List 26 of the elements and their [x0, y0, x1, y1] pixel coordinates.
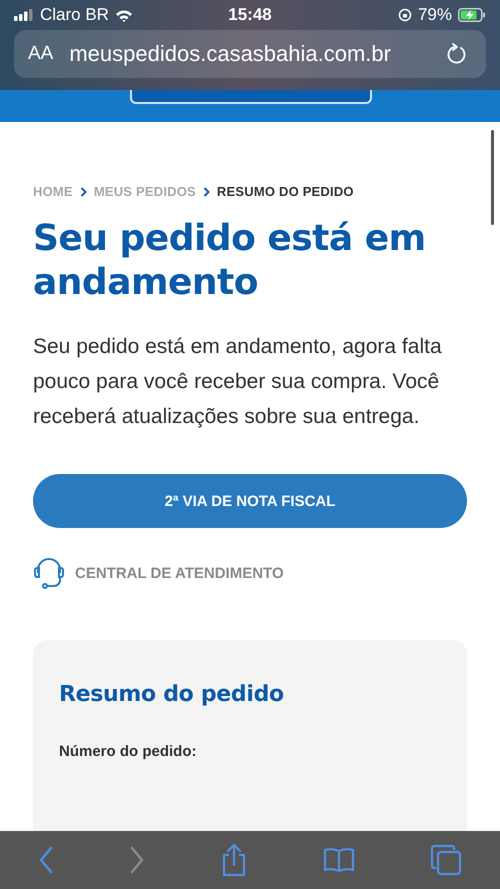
- chevron-right-icon: [80, 186, 87, 196]
- chevron-right-icon: [202, 186, 210, 196]
- carrier-name: Claro BR: [40, 5, 109, 25]
- status-description: Seu pedido está em andamento, agora falta pouco para você receber sua compra. Você receberá atualizações sobre sua entrega.: [33, 334, 443, 430]
- signal-icon: [14, 9, 34, 21]
- tabs-icon[interactable]: [430, 844, 462, 876]
- back-icon[interactable]: [38, 846, 54, 874]
- clock-time: 15:48: [228, 5, 272, 25]
- url-text: meuspedidos.casasbahia.com.br: [69, 41, 392, 67]
- wifi-icon: [114, 8, 133, 22]
- text-size-button[interactable]: AA: [28, 43, 54, 65]
- book-icon[interactable]: [323, 847, 356, 873]
- breadcrumb-link[interactable]: RESUMO DO PEDIDO: [216, 184, 354, 199]
- breadcrumb-link[interactable]: MEUS PEDIDOS: [94, 184, 196, 199]
- rotation-lock-icon: [398, 8, 412, 22]
- page-title: Seu pedido está em andamento: [33, 217, 427, 305]
- order-number-label: Número do pedido:: [59, 743, 196, 760]
- breadcrumb-link[interactable]: HOME: [33, 184, 73, 199]
- support-link[interactable]: CENTRAL DE ATENDIMENTO: [75, 564, 284, 582]
- reload-icon[interactable]: [446, 43, 466, 65]
- battery-percent: 79%: [418, 5, 452, 25]
- summary-title: Resumo do pedido: [59, 682, 284, 707]
- address-bar[interactable]: AA meuspedidos.casasbahia.com.br: [14, 30, 486, 78]
- invoice-button[interactable]: 2ª VIA DE NOTA FISCAL: [33, 474, 467, 528]
- battery-charging-icon: [458, 8, 486, 22]
- headset-icon: [33, 556, 65, 590]
